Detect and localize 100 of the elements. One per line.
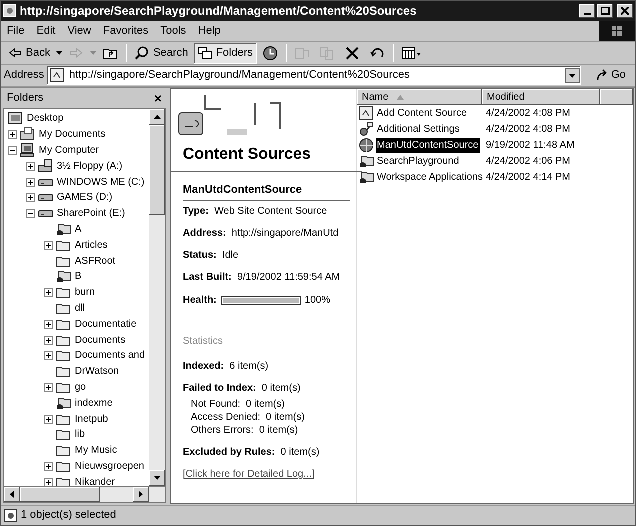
plus-icon (45, 352, 52, 360)
expander-button[interactable] (26, 162, 35, 171)
page-icon (3, 4, 17, 18)
go-button[interactable]: Go (590, 67, 632, 84)
tree-item[interactable]: Nikander (74, 474, 116, 486)
tree-item[interactable]: Documentatie (74, 316, 138, 332)
tree-item[interactable]: Desktop (26, 111, 65, 126)
expander-button[interactable] (44, 351, 53, 360)
pane-title: Folders (7, 90, 44, 106)
dropdown-arrow-icon[interactable] (56, 51, 64, 55)
menu-item[interactable]: Tools (154, 22, 192, 40)
folders-button[interactable]: Folders (194, 42, 258, 64)
column-header[interactable]: Name (357, 89, 482, 105)
tree-item[interactable]: lib (74, 427, 86, 442)
tree-item[interactable]: WINDOWS ME (C:) (56, 174, 146, 190)
expander-button[interactable] (44, 240, 53, 250)
expander-button[interactable] (26, 209, 35, 218)
folders-icon (198, 46, 214, 60)
menu-item[interactable]: View (62, 22, 98, 40)
expander-button[interactable] (44, 414, 53, 424)
dropdown-button[interactable] (565, 68, 580, 83)
expander-button[interactable] (44, 478, 53, 486)
table-cell-text: 4/24/2002 4:14 PM (485, 170, 571, 184)
search-button[interactable]: Search (131, 42, 192, 64)
dropdown-arrow-icon (569, 74, 576, 78)
menu-item[interactable]: File (1, 22, 31, 40)
vertical-scrollbar[interactable] (149, 109, 165, 486)
tree-item[interactable]: Documents and (74, 348, 146, 364)
list-item[interactable]: Add Content Source (376, 106, 468, 120)
expander-button[interactable] (44, 382, 53, 392)
field-text: Status: Idle (183, 248, 240, 262)
tree-item[interactable]: My Computer (38, 142, 100, 158)
statistic-text: Access Denied: 0 item(s) (190, 410, 306, 424)
close-button[interactable]: × (154, 92, 162, 104)
forward-arrow-icon (69, 46, 84, 60)
minimize-icon (584, 13, 590, 15)
expander-button[interactable] (26, 193, 35, 202)
tree-item[interactable]: SharePoint (E:) (56, 206, 126, 222)
back-button[interactable]: Back (4, 42, 54, 64)
close-icon (621, 7, 629, 15)
maximize-button[interactable] (597, 4, 613, 18)
tree-item[interactable]: burn (74, 285, 96, 300)
statistic-text: Others Errors: 0 item(s) (190, 424, 300, 436)
health-reading: 100% (304, 294, 330, 308)
expander-button[interactable] (44, 288, 53, 298)
settings-icon (359, 122, 375, 136)
list-item[interactable]: Additional Settings (376, 122, 461, 136)
tree-item[interactable]: B (74, 269, 83, 284)
shared-folder-icon (56, 396, 72, 411)
detailed-log-link[interactable]: [Click here for Detailed Log...] (183, 466, 315, 482)
scrollbar-thumb[interactable] (149, 125, 165, 215)
horizontal-scrollbar[interactable] (3, 487, 166, 503)
statistic-text: Indexed: 6 item(s) (183, 360, 270, 372)
close-button[interactable] (617, 4, 633, 18)
tree-item[interactable]: Articles (74, 238, 109, 253)
tree-item[interactable]: Inetpub (74, 412, 110, 427)
field-text: Last Built: 9/19/2002 11:59:54 AM (183, 270, 342, 284)
expander-button[interactable] (44, 462, 53, 471)
expander-button[interactable] (44, 336, 53, 345)
scroll-right-icon (139, 491, 143, 498)
copy-to-icon (320, 46, 336, 60)
address-field[interactable]: http://singapore/SearchPlayground/Management/Content%20Sources (47, 66, 582, 85)
minimize-button[interactable] (579, 4, 595, 18)
list-item[interactable]: ManUtdContentSource (376, 138, 480, 152)
plus-icon (45, 242, 52, 249)
shared-folder-icon (359, 154, 375, 168)
scroll-left-icon (10, 491, 14, 498)
tree-item[interactable]: DrWatson (74, 364, 120, 380)
expander-button[interactable] (8, 130, 17, 140)
menu-item[interactable]: Edit (30, 22, 62, 40)
expander-button[interactable] (26, 178, 35, 187)
tree-item[interactable]: My Documents (38, 127, 107, 142)
column-header[interactable] (600, 89, 633, 105)
go-arrow-icon (596, 69, 610, 82)
list-item[interactable]: Workspace Applications (376, 170, 484, 184)
tree-item[interactable]: dll (74, 300, 86, 316)
shared-folder-icon (56, 269, 72, 284)
tree-item[interactable]: GAMES (D:) (56, 190, 114, 206)
plus-icon (45, 289, 52, 296)
menu-item[interactable]: Help (192, 22, 227, 40)
tree-item[interactable]: Documents (74, 332, 127, 348)
plus-icon (27, 178, 34, 186)
expander-button[interactable] (44, 320, 53, 329)
statistic-text: Failed to Index: 0 item(s) (183, 382, 302, 394)
column-header[interactable]: Modified (482, 89, 600, 105)
tree-item[interactable]: ASFRoot (74, 254, 117, 269)
tree-item[interactable]: go (74, 380, 88, 395)
expander-button[interactable] (8, 146, 17, 155)
list-item[interactable]: SearchPlayground (376, 154, 460, 168)
menu-item[interactable]: Favorites (97, 22, 155, 40)
scrollbar-thumb[interactable] (20, 487, 100, 502)
tree-item[interactable]: indexme (74, 396, 114, 411)
folder-icon (20, 127, 36, 142)
field-text: Type: Web Site Content Source (183, 204, 328, 218)
tree-item[interactable]: 3½ Floppy (A:) (56, 158, 124, 174)
tree-item[interactable]: My Music (74, 443, 118, 458)
tree-item[interactable]: A (74, 222, 83, 237)
table-cell-text: 9/19/2002 11:48 AM (485, 138, 575, 152)
tree-item[interactable]: Nieuwsgroepen (74, 458, 146, 474)
plus-icon (45, 384, 52, 391)
